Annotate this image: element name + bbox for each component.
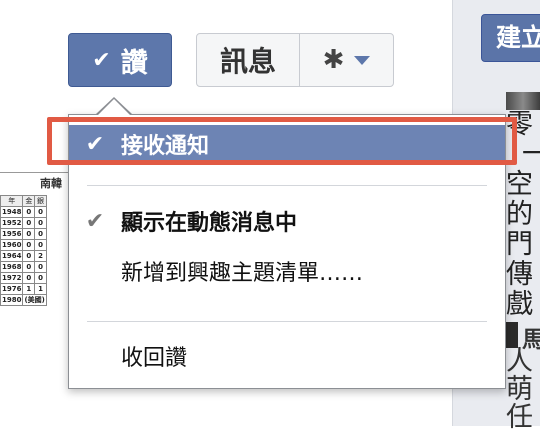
news-line: 戲 (506, 289, 533, 320)
menu-item-unlike[interactable]: 收回讚 (69, 337, 505, 375)
table-row: 1968 0 0 (0, 261, 47, 273)
table-row: 1980 (美國) (0, 294, 47, 306)
settings-dropdown-button[interactable]: ✱ (300, 34, 393, 86)
menu-item-label: 顯示在動態消息中 (121, 211, 298, 236)
news-line: 萌 (506, 374, 533, 405)
menu-divider (87, 321, 487, 322)
checkmark-icon: ✔ (85, 208, 105, 234)
menu-item-add-to-interest-list[interactable]: 新增到興趣主題清單…… (69, 252, 505, 290)
caret-down-icon (354, 55, 371, 65)
checkmark-icon: ✔ (92, 47, 111, 73)
page-actions-group: 訊息 ✱ (196, 33, 394, 87)
table-row: 1956 0 0 (0, 228, 47, 240)
table-header: 銀 (34, 195, 47, 207)
medal-table-grid: 年 金 銀 1948 0 0 1952 0 0 1956 0 0 1960 0 0 1964 0 2… (0, 195, 47, 306)
table-row: 1952 0 0 (0, 217, 47, 229)
create-button[interactable]: 建立 (481, 14, 540, 62)
news-line: 空 (506, 169, 533, 200)
news-line: 門 (506, 229, 533, 260)
table-row: 1972 0 0 (0, 272, 47, 284)
dropdown-pointer-fill (98, 99, 130, 115)
menu-item-label: 新增到興趣主題清單…… (121, 261, 364, 286)
table-row: 1964 0 2 (0, 250, 47, 262)
like-label: 讚 (120, 47, 148, 79)
menu-item-show-in-news-feed[interactable]: ✔ 顯示在動態消息中 (69, 202, 505, 240)
annotation-highlight (47, 117, 517, 165)
news-line: 任 (506, 402, 533, 433)
table-row: 1960 0 0 (0, 239, 47, 251)
menu-item-label: 收回讚 (121, 346, 188, 371)
table-title: 南韓 (40, 177, 62, 190)
table-header: 金 (22, 195, 36, 207)
like-button[interactable]: ✔ 讚 (68, 33, 172, 87)
news-line: 的 (506, 199, 533, 230)
medal-table: 南韓 年 金 銀 1948 0 0 1952 0 0 1956 0 0 1960 0 0 196… (0, 172, 68, 343)
gear-icon: ✱ (322, 45, 345, 75)
news-thumbnail (506, 92, 540, 110)
news-line: 傳 (506, 259, 533, 290)
news-thumbnail-2 (506, 322, 518, 348)
message-button[interactable]: 訊息 (197, 34, 300, 86)
news-line: 人 (506, 346, 533, 377)
table-row: 1976 1 1 (0, 283, 47, 295)
table-header: 年 (0, 195, 24, 207)
menu-divider (87, 185, 487, 186)
table-row: 1948 0 0 (0, 206, 47, 218)
news-snippet-2[interactable]: 人 萌 任 (506, 348, 540, 432)
